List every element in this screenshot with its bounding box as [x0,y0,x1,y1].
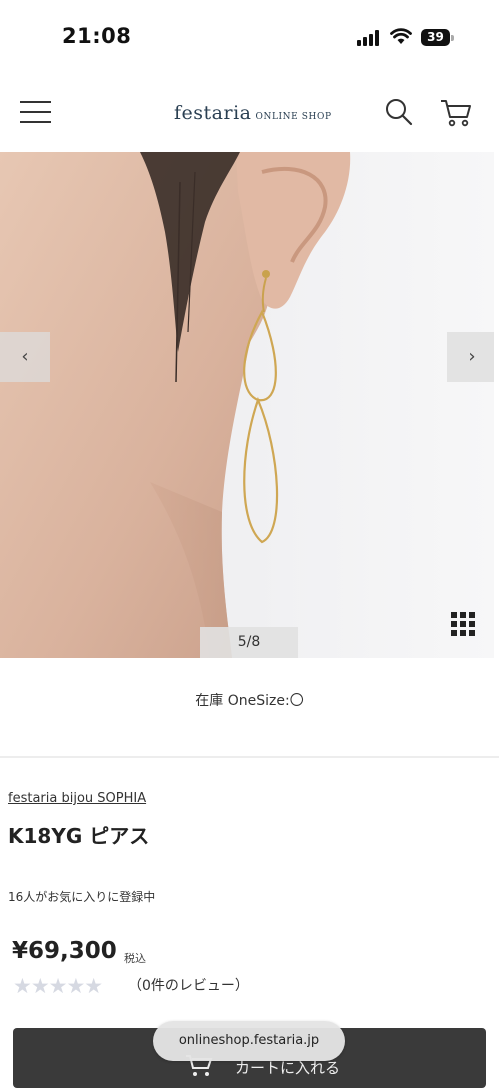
gallery-counter: 5/8 [200,627,298,658]
favorite-count: 16人がお気に入りに登録中 [8,890,156,904]
signal-icon [357,30,383,46]
site-header: festaria ONLINE SHOP [0,72,499,152]
section-divider [0,756,499,758]
tax-label: 税込 [124,952,146,965]
search-icon[interactable] [384,97,414,127]
logo-main: festaria [174,102,252,124]
review-count-link[interactable]: （0件のレビュー） [128,975,249,995]
stock-status: 在庫 OneSize:〇 [195,693,304,709]
cart-icon[interactable] [440,98,472,128]
product-price: ¥69,300 [12,938,117,964]
menu-icon[interactable] [20,100,51,124]
browser-url-bar[interactable]: onlineshop.festaria.jp [153,1021,345,1061]
battery-level: 39 [427,30,444,44]
logo-sub: ONLINE SHOP [255,112,332,122]
status-bar: 21:08 39 [0,0,499,72]
grid-view-icon[interactable] [451,612,475,636]
gallery-prev-button[interactable]: ‹ [0,332,50,382]
product-title: K18YG ピアス [8,824,150,848]
product-photo [0,152,494,658]
status-time: 21:08 [62,24,132,48]
product-image-gallery[interactable]: ‹ › 5/8 [0,152,494,658]
site-logo[interactable]: festaria ONLINE SHOP [174,102,332,126]
battery-icon: 39 [421,29,454,46]
gallery-next-button[interactable]: › [447,332,494,382]
rating-stars: ★★★★★ [13,974,103,998]
wifi-icon [390,28,412,44]
brand-link[interactable]: festaria bijou SOPHIA [8,791,146,806]
